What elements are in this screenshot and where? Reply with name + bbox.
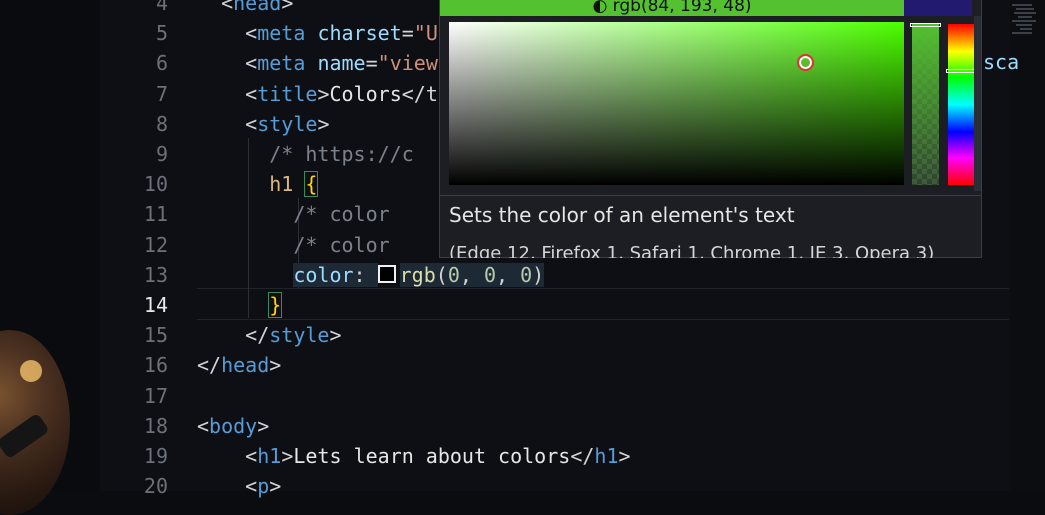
saturation-brightness-area[interactable] (449, 22, 904, 185)
line-number: 19 (143, 444, 168, 468)
minimap-line (1016, 8, 1034, 10)
line-number: 4 (155, 0, 168, 15)
color-picker-current-value[interactable]: ◐ rgb(84, 193, 48) (440, 0, 904, 16)
line-number: 13 (143, 262, 168, 287)
line-number: 16 (143, 353, 168, 378)
hover-description: Sets the color of an element's text (449, 203, 795, 227)
code-text: </style> (245, 323, 342, 348)
minimap-line (1014, 12, 1036, 14)
code-line[interactable]: 17 (100, 381, 1010, 411)
code-line[interactable]: 19 <h1>Lets learn about colors</h1> (100, 441, 1010, 471)
hue-slider-handle[interactable] (946, 69, 976, 73)
code-text: <style> (245, 111, 330, 136)
line-number: 20 (143, 474, 168, 499)
code-text: <head> (221, 0, 294, 15)
code-text: /* https://c (269, 142, 414, 166)
code-text: <meta name="view (245, 51, 438, 76)
line-number: 14 (143, 293, 168, 317)
line-number: 8 (155, 111, 168, 136)
minimap-line (1020, 28, 1032, 30)
lamp-light (20, 360, 42, 382)
microphone (0, 412, 50, 460)
line-number: 11 (143, 202, 168, 227)
code-line[interactable]: 14 } (100, 290, 1010, 320)
line-number: 5 (155, 21, 168, 46)
line-number: 9 (155, 142, 168, 166)
code-text: <meta charset="U (245, 21, 438, 46)
opacity-slider-handle[interactable] (910, 23, 941, 27)
line-number: 17 (143, 383, 168, 408)
minimap-line (1018, 16, 1032, 18)
color-picker-original-color[interactable] (904, 0, 972, 16)
minimap-line (1016, 24, 1032, 26)
code-text: /* color (293, 232, 390, 257)
line-number: 15 (143, 323, 168, 348)
code-text: <h1>Lets learn about colors</h1> (245, 444, 631, 468)
hue-slider[interactable] (948, 24, 974, 185)
code-text: <p> (245, 474, 282, 499)
code-line[interactable]: 16 </head> (100, 350, 1010, 380)
line-number: 12 (143, 232, 168, 257)
minimap-line (1012, 32, 1032, 34)
truncated-code-text: sca (983, 50, 1020, 74)
color-cursor-handle[interactable] (797, 54, 814, 71)
line-number: 6 (155, 51, 168, 76)
code-line[interactable]: 15 </style> (100, 320, 1010, 350)
hover-scrollbar[interactable] (974, 16, 981, 191)
color-picker-popup[interactable]: ◐ rgb(84, 193, 48) Sets the color of an … (439, 0, 982, 258)
code-line[interactable]: 13 color: rgb(0, 0, 0) (100, 260, 1010, 290)
code-text: /* color (293, 202, 390, 227)
minimap-line (1012, 4, 1032, 6)
code-line[interactable]: 20 <p> (100, 471, 1010, 501)
line-number: 10 (143, 172, 168, 197)
line-number: 18 (143, 413, 168, 438)
brightness-gradient (449, 22, 904, 185)
hover-divider (440, 195, 981, 196)
code-text: color: rgb(0, 0, 0) (293, 262, 545, 287)
code-text: } (268, 292, 283, 318)
line-number: 7 (155, 81, 168, 106)
code-text: </head> (197, 353, 282, 378)
code-text: <body> (197, 413, 270, 438)
opacity-slider[interactable] (912, 24, 939, 185)
code-line[interactable]: 18 <body> (100, 411, 1010, 441)
color-swatch-icon[interactable] (377, 264, 396, 283)
minimap-line (1012, 20, 1036, 22)
hover-browser-compatibility: (Edge 12, Firefox 1, Safari 1, Chrome 1,… (449, 243, 935, 258)
code-text: h1 { (269, 171, 319, 198)
code-text: <title>Colors</t (245, 81, 438, 106)
